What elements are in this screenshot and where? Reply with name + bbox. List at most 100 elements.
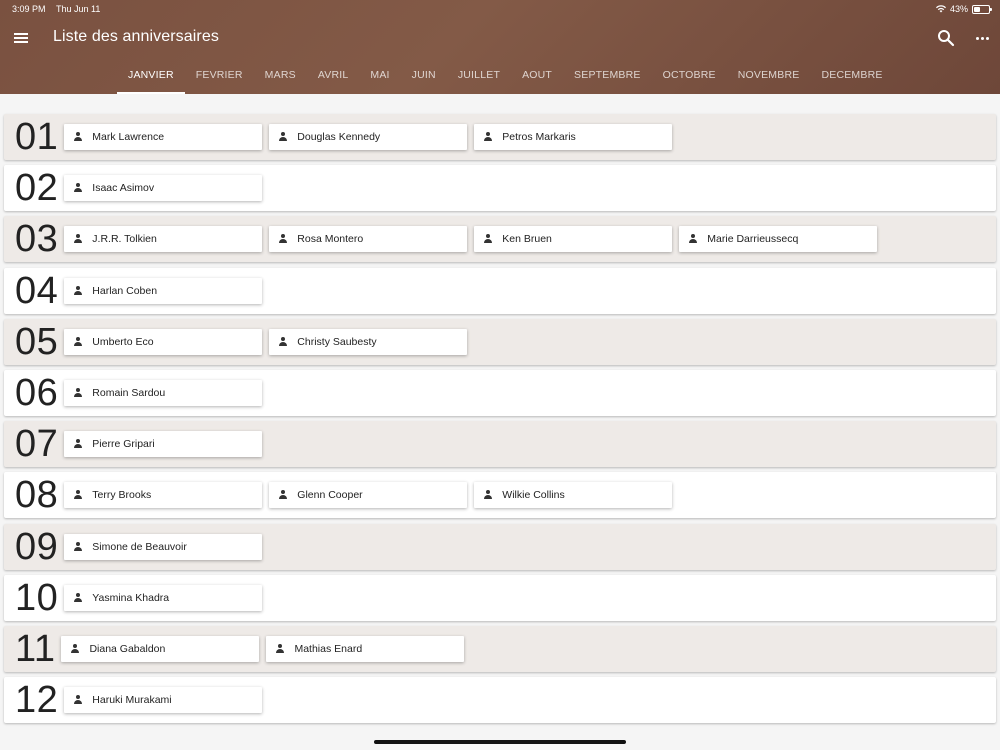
person-chip[interactable]: Harlan Coben [64, 277, 263, 304]
person-name: Simone de Beauvoir [92, 540, 187, 553]
day-row: 03 J.R.R. Tolkien Rosa Montero Ken Bruen Mar… [4, 216, 996, 263]
person-chip[interactable]: Marie Darrieussecq [679, 226, 878, 253]
person-chips: Romain Sardou [64, 379, 263, 406]
person-name: Pierre Gripari [92, 438, 155, 451]
person-chips: J.R.R. Tolkien Rosa Montero Ken Bruen Marie… [64, 226, 878, 253]
tab-janvier[interactable]: JANVIER [117, 60, 185, 94]
person-icon [73, 336, 83, 347]
person-chip[interactable]: Simone de Beauvoir [64, 533, 263, 560]
tab-aout[interactable]: AOUT [511, 60, 563, 94]
person-name: Mark Lawrence [92, 131, 165, 143]
person-chips: Simone de Beauvoir [64, 533, 263, 560]
person-chip[interactable]: Mark Lawrence [64, 124, 263, 150]
search-icon[interactable] [937, 29, 955, 47]
app-bar: 3:09 PM Thu Jun 11 43% Liste des anniver… [0, 0, 1000, 94]
tab-juillet[interactable]: JUILLET [447, 60, 511, 94]
person-icon [278, 490, 288, 500]
person-name: Harlan Coben [92, 284, 158, 297]
home-indicator[interactable] [374, 740, 626, 744]
day-row: 01 Mark Lawrence Douglas Kennedy Petros Mar… [4, 114, 996, 160]
person-chips: Harlan Coben [64, 277, 263, 304]
person-chip[interactable]: Diana Gabaldon [61, 635, 260, 662]
person-name: Haruki Murakami [92, 694, 172, 707]
person-chip[interactable]: Petros Markaris [474, 124, 673, 150]
tab-mai[interactable]: MAI [359, 60, 400, 94]
person-icon [73, 234, 83, 244]
day-number: 12 [15, 679, 59, 722]
person-icon [483, 132, 493, 142]
tab-novembre[interactable]: NOVEMBRE [727, 60, 811, 94]
tab-fevrier[interactable]: FEVRIER [185, 60, 254, 94]
person-name: Romain Sardou [92, 386, 166, 399]
day-number: 05 [15, 320, 59, 363]
person-name: Glenn Cooper [297, 489, 363, 502]
more-horiz-icon[interactable] [972, 29, 992, 47]
person-chips: Pierre Gripari [64, 431, 263, 458]
person-icon [275, 643, 285, 654]
person-name: Petros Markaris [502, 131, 576, 143]
tab-septembre[interactable]: SEPTEMBRE [563, 60, 652, 94]
person-name: Mathias Enard [294, 642, 363, 655]
person-chip[interactable]: Glenn Cooper [269, 482, 468, 509]
day-row: 11 Diana Gabaldon Mathias Enard [4, 625, 996, 672]
person-icon [73, 285, 83, 296]
person-chip[interactable]: Ken Bruen [474, 226, 673, 253]
person-chip[interactable]: Isaac Asimov [64, 175, 263, 202]
person-chips: Diana Gabaldon Mathias Enard [61, 635, 465, 662]
person-icon [483, 490, 493, 500]
status-right: 43% [935, 4, 992, 14]
person-chip[interactable]: Pierre Gripari [64, 431, 263, 458]
person-chip[interactable]: Wilkie Collins [474, 482, 673, 509]
person-icon [483, 234, 493, 244]
person-name: Marie Darrieussecq [707, 233, 799, 246]
person-icon [73, 592, 83, 603]
person-chip[interactable]: Yasmina Khadra [64, 584, 263, 611]
person-chip[interactable]: Rosa Montero [269, 226, 468, 253]
person-icon [73, 439, 83, 449]
person-chip[interactable]: Haruki Murakami [64, 687, 263, 714]
day-number: 07 [15, 423, 59, 466]
person-chip[interactable]: Douglas Kennedy [269, 124, 468, 150]
tab-mars[interactable]: MARS [254, 60, 307, 94]
person-name: Rosa Montero [297, 233, 364, 246]
person-icon [73, 541, 83, 552]
person-name: Terry Brooks [92, 489, 152, 502]
person-chip[interactable]: Umberto Eco [64, 328, 263, 355]
tab-decembre[interactable]: DECEMBRE [810, 60, 893, 94]
person-icon [278, 336, 288, 347]
day-number: 10 [15, 576, 59, 619]
person-chip[interactable]: Christy Saubesty [269, 328, 468, 355]
day-row: 06 Romain Sardou [4, 369, 996, 416]
day-number: 01 [15, 116, 59, 158]
status-date: Thu Jun 11 [56, 4, 101, 14]
person-chip[interactable]: Romain Sardou [64, 379, 263, 406]
day-number: 03 [15, 218, 59, 261]
day-row: 12 Haruki Murakami [4, 677, 996, 724]
person-name: Wilkie Collins [502, 489, 565, 502]
day-row: 09 Simone de Beauvoir [4, 523, 996, 570]
day-row: 08 Terry Brooks Glenn Cooper Wilkie Collins [4, 472, 996, 519]
person-icon [278, 132, 288, 142]
person-icon [688, 234, 698, 244]
person-icon [73, 183, 83, 193]
person-chip[interactable]: Terry Brooks [64, 482, 263, 509]
person-name: Ken Bruen [502, 233, 552, 246]
day-row: 04 Harlan Coben [4, 267, 996, 314]
tab-avril[interactable]: AVRIL [307, 60, 360, 94]
person-icon [73, 387, 83, 398]
day-number: 06 [15, 371, 59, 414]
person-icon [73, 695, 83, 705]
day-number: 02 [15, 167, 59, 210]
tab-juin[interactable]: JUIN [401, 60, 447, 94]
person-name: Christy Saubesty [297, 335, 377, 348]
person-chip[interactable]: J.R.R. Tolkien [64, 226, 263, 253]
person-chips: Haruki Murakami [64, 687, 263, 714]
menu-icon[interactable] [12, 29, 30, 47]
page-title: Liste des anniversaires [53, 28, 219, 45]
tab-octobre[interactable]: OCTOBRE [652, 60, 727, 94]
day-row: 02 Isaac Asimov [4, 165, 996, 212]
battery-percent: 43% [949, 4, 968, 14]
day-number: 09 [15, 525, 59, 568]
person-chip[interactable]: Mathias Enard [266, 635, 465, 662]
day-row: 10 Yasmina Khadra [4, 574, 996, 621]
